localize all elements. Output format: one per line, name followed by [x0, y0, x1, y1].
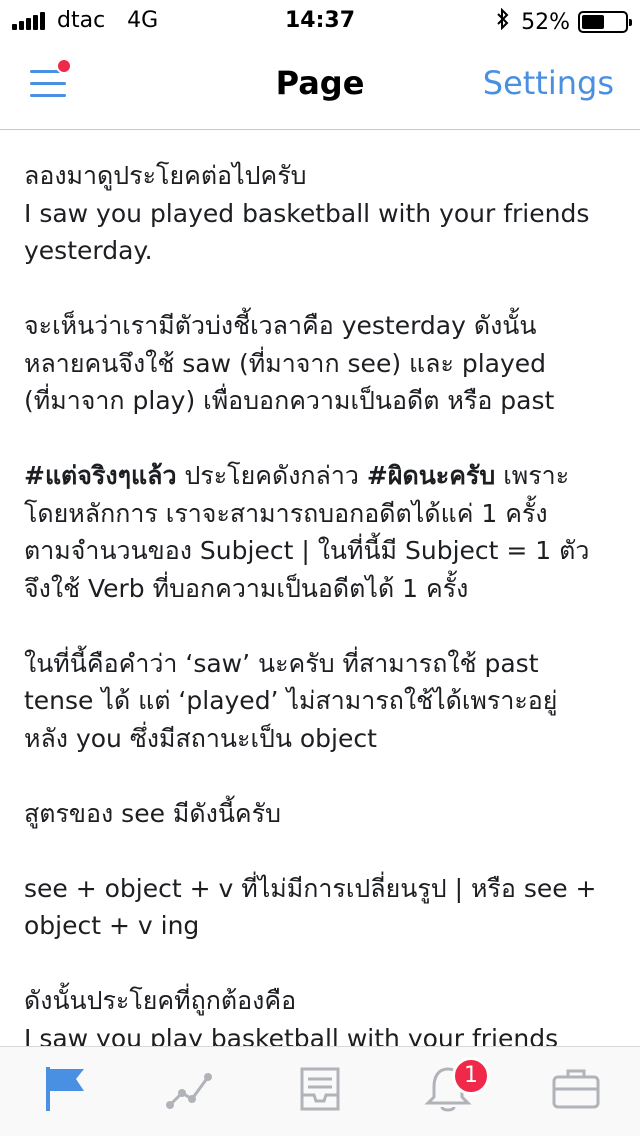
text-line: I saw you play basketball with your frie…	[24, 1023, 559, 1047]
post-content: ลองมาดูประโยคต่อไปครับ I saw you played …	[0, 131, 640, 1046]
text-line: yesterday.	[24, 236, 153, 265]
battery-icon	[578, 11, 632, 33]
tab-inbox[interactable]	[292, 1061, 352, 1121]
insights-icon	[166, 1073, 212, 1109]
text-line: ในที่นี้คือคำว่า ‘saw’ นะครับ ที่สามารถใ…	[24, 648, 539, 678]
text-line: #แต่จริงๆแล้ว ประโยคดังกล่าว #ผิดนะครับ …	[24, 457, 616, 495]
text-line: I saw you played basketball with your fr…	[24, 198, 590, 228]
text-line: จึงใช้ Verb ที่บอกความเป็นอดีตได้ 1 ครั้…	[24, 573, 469, 603]
text-line: หลัง you ซึ่งมีสถานะเป็น object	[24, 723, 377, 753]
paragraph: #แต่จริงๆแล้ว ประโยคดังกล่าว #ผิดนะครับ …	[24, 457, 616, 607]
briefcase-icon	[552, 1069, 600, 1109]
text-line: object + v ing	[24, 911, 200, 940]
text-segment: เพราะ	[503, 461, 570, 490]
nav-bar: Page Settings	[0, 40, 640, 130]
paragraph: ดังนั้นประโยคที่ถูกต้องคือ I saw you pla…	[24, 982, 616, 1046]
status-right: 52%	[495, 7, 632, 36]
battery-fill	[582, 15, 604, 29]
text-line: ลองมาดูประโยคต่อไปครับ	[24, 161, 307, 190]
text-line: หลายคนจึงใช้ saw (ที่มาจาก see) และ play…	[24, 348, 547, 378]
text-line: see + object + v ที่ไม่มีการเปลี่ยนรูป |…	[24, 873, 597, 903]
status-bar: dtac 4G 14:37 52%	[0, 0, 640, 40]
paragraph: สูตรของ see มีดังนี้ครับ	[24, 795, 616, 833]
paragraph: จะเห็นว่าเรามีตัวบ่งชี้เวลาคือ yesterday…	[24, 307, 616, 420]
tab-bar: 1	[0, 1046, 640, 1136]
text-line: ดังนั้นประโยคที่ถูกต้องคือ	[24, 986, 297, 1015]
text-line: โดยหลักการ เราจะสามารถบอกอดีตได้แค่ 1 คร…	[24, 498, 548, 528]
tab-notifications[interactable]: 1	[420, 1057, 490, 1121]
text-line: ตามจำนวนของ Subject | ในที่นี้มี Subject…	[24, 536, 590, 565]
paragraph: ลองมาดูประโยคต่อไปครับ I saw you played …	[24, 157, 616, 270]
tab-page[interactable]	[38, 1061, 98, 1121]
bluetooth-icon	[495, 7, 511, 36]
hashtag[interactable]: #แต่จริงๆแล้ว	[24, 461, 176, 490]
text-line: สูตรของ see มีดังนี้ครับ	[24, 798, 281, 828]
notification-badge: 1	[452, 1057, 490, 1095]
inbox-icon	[300, 1067, 340, 1111]
tab-insights[interactable]	[162, 1061, 222, 1121]
hashtag[interactable]: #ผิดนะครับ	[367, 461, 495, 490]
tab-tools[interactable]	[548, 1061, 608, 1121]
paragraph: see + object + v ที่ไม่มีการเปลี่ยนรูป |…	[24, 870, 616, 945]
settings-button[interactable]: Settings	[483, 64, 614, 102]
flag-icon	[46, 1067, 84, 1111]
text-line: tense ได้ แต่ ‘played’ ไม่สามารถใช้ได้เพ…	[24, 686, 558, 715]
text-line: (ที่มาจาก play) เพื่อบอกความเป็นอดีต หรื…	[24, 386, 555, 415]
text-segment: ประโยคดังกล่าว	[184, 461, 359, 490]
paragraph: ในที่นี้คือคำว่า ‘saw’ นะครับ ที่สามารถใ…	[24, 645, 616, 758]
text-line: จะเห็นว่าเรามีตัวบ่งชี้เวลาคือ yesterday…	[24, 311, 537, 340]
battery-percent: 52%	[521, 9, 570, 35]
